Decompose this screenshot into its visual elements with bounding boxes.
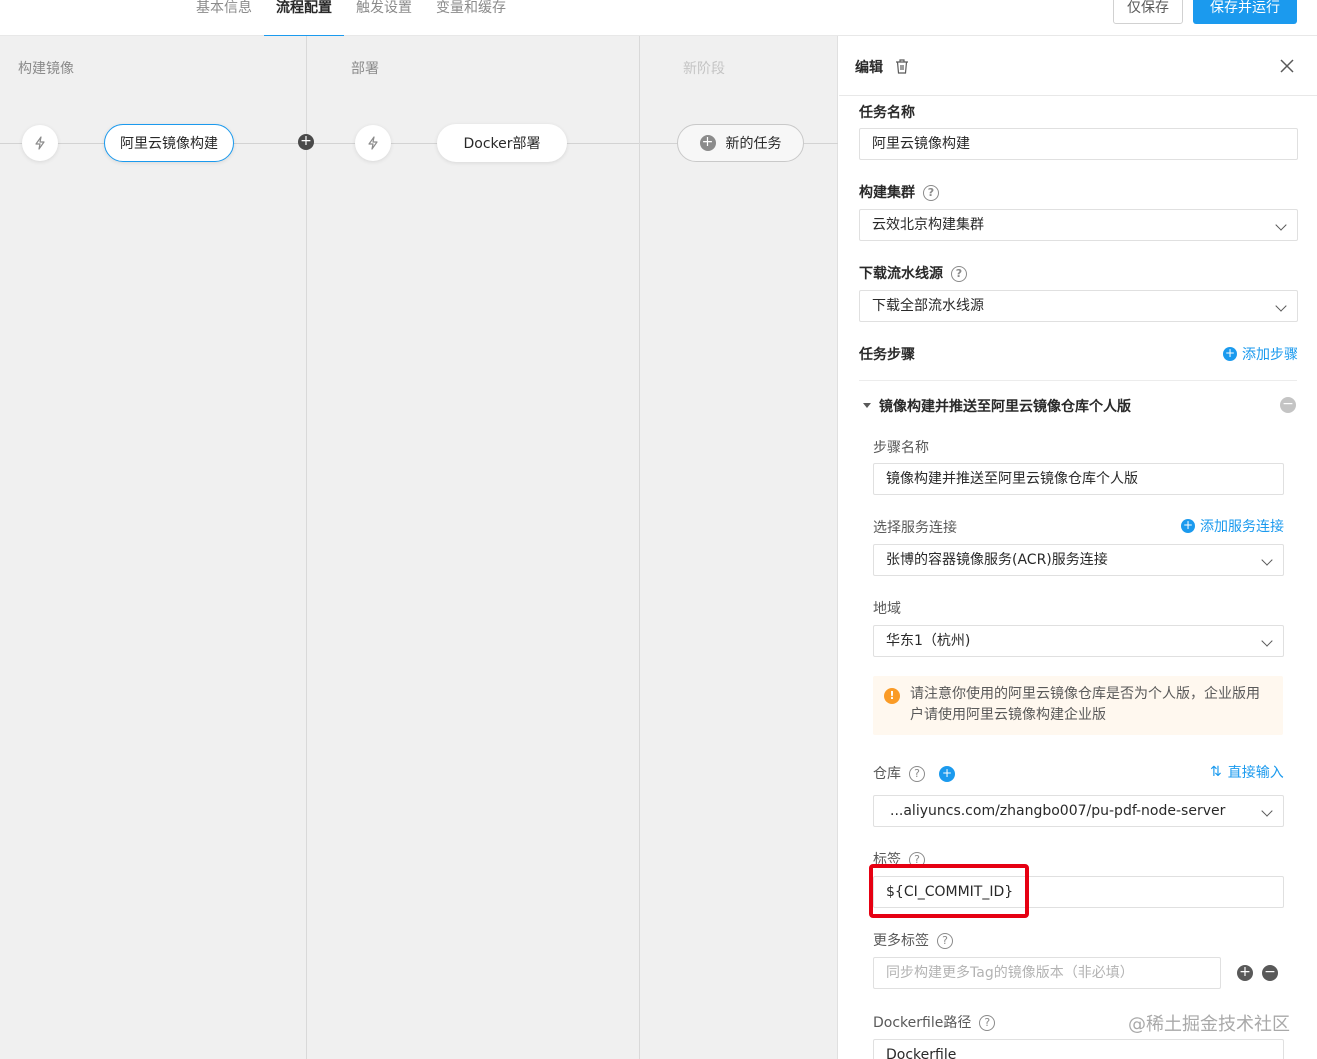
step-title: 镜像构建并推送至阿里云镜像仓库个人版 [879, 399, 1131, 415]
trash-icon[interactable] [894, 58, 910, 74]
region-select[interactable]: 华东1（杭州) [873, 625, 1284, 657]
cluster-label: 构建集群? [859, 182, 939, 202]
tag-input[interactable]: ${CI_COMMIT_ID} [873, 876, 1284, 908]
cluster-select-value: 云效北京构建集群 [872, 217, 984, 233]
top-bar: 基本信息 流程配置 触发设置 变量和缓存 仅保存 保存并运行 [0, 0, 1317, 37]
stage-divider [639, 36, 640, 1059]
task-steps-label: 任务步骤 [859, 347, 915, 363]
watermark-text: @稀土掘金技术社区 [1128, 1014, 1290, 1035]
tab-trigger-settings[interactable]: 触发设置 [344, 0, 424, 36]
remove-step-icon[interactable]: − [1280, 397, 1296, 413]
direct-input-link[interactable]: ⇅ 直接输入 [1210, 762, 1284, 782]
region-value: 华东1（杭州) [886, 633, 971, 649]
plus-circle-icon: + [1223, 346, 1237, 361]
help-icon[interactable]: ? [979, 1015, 996, 1031]
warning-alert: ! 请注意你使用的阿里云镜像仓库是否为个人版，企业版用户请使用阿里云镜像构建企业… [873, 676, 1283, 735]
repo-value: ...aliyuncs.com/zhangbo007/pu-pdf-node-s… [890, 803, 1226, 819]
more-tags-label: 更多标签? [873, 930, 953, 950]
dockerfile-label-text: Dockerfile路径 [873, 1015, 972, 1031]
remove-tag-icon[interactable]: − [1262, 965, 1278, 981]
panel-header: 编辑 [839, 36, 1317, 96]
source-select[interactable]: 下载全部流水线源 [859, 290, 1298, 322]
save-and-run-button[interactable]: 保存并运行 [1193, 0, 1297, 24]
step-name-input[interactable]: 镜像构建并推送至阿里云镜像仓库个人版 [873, 463, 1284, 495]
save-only-button[interactable]: 仅保存 [1113, 0, 1183, 24]
service-connection-label: 选择服务连接 [873, 520, 957, 536]
tab-basic-info[interactable]: 基本信息 [184, 0, 264, 36]
repo-select[interactable]: ...aliyuncs.com/zhangbo007/pu-pdf-node-s… [873, 795, 1284, 827]
job-card-docker-deploy[interactable]: Docker部署 [437, 124, 567, 162]
dockerfile-label: Dockerfile路径? [873, 1012, 996, 1032]
caret-down-icon[interactable] [861, 400, 873, 410]
warning-text: 请注意你使用的阿里云镜像仓库是否为个人版，企业版用户请使用阿里云镜像构建企业版 [910, 686, 1260, 723]
add-service-connection-link[interactable]: + 添加服务连接 [1181, 516, 1284, 536]
region-label: 地域 [873, 601, 901, 617]
cluster-select[interactable]: 云效北京构建集群 [859, 209, 1298, 241]
add-service-label: 添加服务连接 [1200, 519, 1284, 535]
cluster-label-text: 构建集群 [859, 185, 915, 201]
more-tags-input[interactable]: 同步构建更多Tag的镜像版本（非必填） [873, 957, 1221, 989]
help-icon[interactable]: ? [923, 185, 939, 201]
stage-divider [306, 36, 307, 1059]
job-card-aliyun-build[interactable]: 阿里云镜像构建 [104, 124, 234, 162]
source-select-value: 下载全部流水线源 [872, 298, 984, 314]
step-name-label: 步骤名称 [873, 440, 929, 456]
help-icon[interactable]: ? [937, 933, 953, 949]
stage-title-deploy: 部署 [351, 61, 379, 77]
chevron-down-icon [1275, 219, 1287, 231]
pipeline-canvas: 构建镜像 阿里云镜像构建 + 部署 Docker部署 新阶段 + 新的任务 [0, 36, 838, 1059]
plus-circle-icon: + [699, 135, 716, 151]
direct-input-label: 直接输入 [1227, 765, 1284, 781]
service-connection-select[interactable]: 张博的容器镜像服务(ACR)服务连接 [873, 544, 1284, 576]
add-step-link[interactable]: + 添加步骤 [1223, 344, 1298, 364]
add-step-label: 添加步骤 [1242, 347, 1298, 363]
plus-circle-icon: + [1181, 518, 1195, 533]
task-name-input[interactable]: 阿里云镜像构建 [859, 128, 1298, 160]
tab-flow-config[interactable]: 流程配置 [264, 0, 344, 37]
tab-variables-cache[interactable]: 变量和缓存 [424, 0, 518, 36]
divider [859, 380, 1297, 381]
help-icon[interactable]: ? [951, 266, 967, 282]
chevron-down-icon [1261, 635, 1273, 647]
stage-trigger-button[interactable] [22, 125, 58, 161]
source-label-text: 下载流水线源 [859, 266, 943, 282]
chevron-down-icon [1261, 554, 1273, 566]
swap-icon: ⇅ [1210, 764, 1222, 780]
help-icon[interactable]: ? [909, 766, 925, 782]
tag-label: 标签? [873, 849, 925, 869]
stage-trigger-button[interactable] [355, 125, 391, 161]
warning-icon: ! [884, 688, 900, 704]
more-tags-label-text: 更多标签 [873, 933, 929, 949]
help-icon[interactable]: ? [909, 852, 925, 868]
stage-title-build: 构建镜像 [18, 61, 74, 77]
add-stage-plus-icon[interactable]: + [298, 134, 314, 150]
chevron-down-icon [1261, 805, 1273, 817]
dockerfile-input[interactable]: Dockerfile [873, 1039, 1284, 1059]
chevron-down-icon [1275, 300, 1287, 312]
add-tag-icon[interactable]: + [1237, 965, 1253, 981]
stage-title-new: 新阶段 [683, 61, 725, 77]
service-connection-value: 张博的容器镜像服务(ACR)服务连接 [886, 552, 1108, 568]
panel-title: 编辑 [855, 60, 883, 76]
task-name-label: 任务名称 [859, 105, 915, 121]
repo-label-text: 仓库 [873, 766, 901, 782]
edit-panel: 编辑 任务名称 阿里云镜像构建 构建集群? 云效北京构建集群 下载流水线源? 下… [839, 36, 1317, 1059]
repo-label: 仓库? + [873, 763, 960, 783]
tab-bar: 基本信息 流程配置 触发设置 变量和缓存 [184, 0, 518, 37]
lightning-icon [35, 136, 45, 150]
close-icon[interactable] [1279, 58, 1295, 74]
lightning-icon [368, 136, 378, 150]
new-task-label: 新的任务 [725, 136, 782, 152]
add-repo-icon[interactable]: + [939, 766, 955, 782]
new-task-button[interactable]: + 新的任务 [677, 124, 804, 162]
source-label: 下载流水线源? [859, 263, 967, 283]
tag-label-text: 标签 [873, 852, 901, 868]
